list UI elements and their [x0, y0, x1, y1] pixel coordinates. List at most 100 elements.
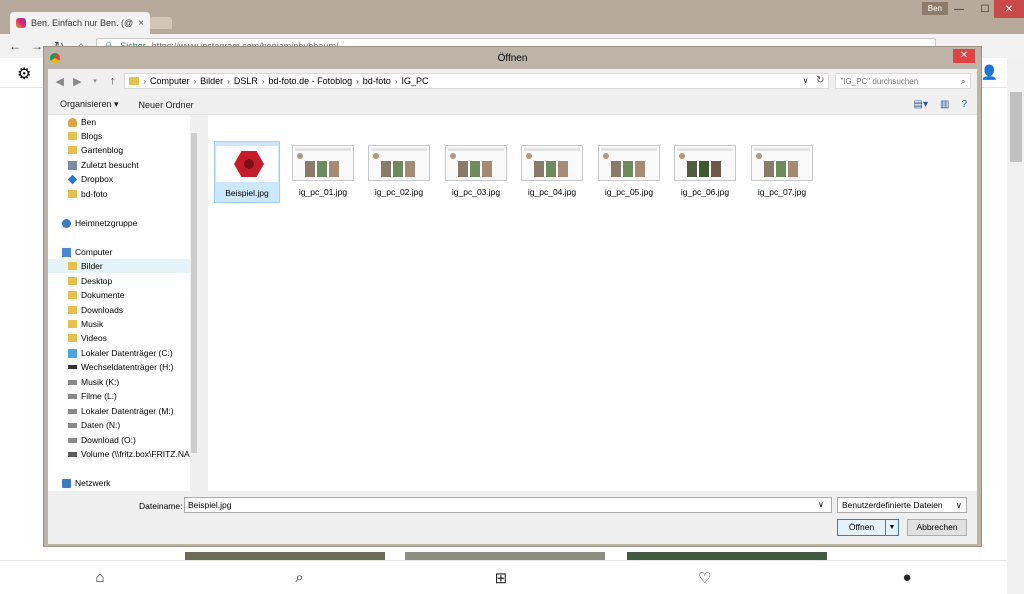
- breadcrumb-dslr[interactable]: DSLR: [234, 76, 258, 86]
- minimize-button[interactable]: —: [946, 0, 972, 18]
- network-icon: [62, 478, 71, 488]
- search-icon[interactable]: ⌕: [295, 569, 303, 586]
- forward-arrow-icon[interactable]: →: [30, 39, 44, 53]
- breadcrumb-fotoblog[interactable]: bd-foto.de - Fotoblog: [269, 76, 353, 86]
- new-tab-button[interactable]: [150, 17, 172, 29]
- file-type-value: Benutzerdefinierte Dateien: [842, 500, 943, 510]
- view-options-icon[interactable]: ▤▾: [914, 99, 928, 110]
- instagram-bottom-nav: ⌂ ⌕ ⊞ ♡ ●: [0, 560, 1007, 594]
- organize-button[interactable]: Organisieren ▾: [60, 99, 119, 110]
- nav-item-blogs[interactable]: Blogs: [48, 129, 190, 143]
- file-item-ig-pc-06[interactable]: ig_pc_06.jpg: [672, 141, 738, 203]
- navigation-pane: Ben Blogs Gartenblog Zuletzt besucht Dro…: [48, 115, 198, 491]
- search-icon[interactable]: ⌕: [961, 76, 966, 87]
- up-arrow-icon[interactable]: ↑: [107, 75, 119, 87]
- nav-item-netzwerk[interactable]: Netzwerk: [48, 476, 190, 490]
- file-item-ig-pc-03[interactable]: ig_pc_03.jpg: [443, 141, 509, 203]
- nav-item-drive-n[interactable]: Daten (N:): [48, 418, 190, 432]
- nav-item-gartenblog[interactable]: Gartenblog: [48, 143, 190, 157]
- breadcrumb-computer[interactable]: Computer: [150, 76, 190, 86]
- home-icon[interactable]: ⌂: [95, 569, 104, 586]
- cancel-button[interactable]: Abbrechen: [907, 519, 967, 536]
- pictures-folder-icon: [68, 262, 77, 270]
- file-item-ig-pc-02[interactable]: ig_pc_02.jpg: [366, 141, 432, 203]
- post-thumbnail[interactable]: [185, 552, 385, 560]
- nav-item-desktop[interactable]: Desktop: [48, 274, 190, 288]
- breadcrumb-ig-pc[interactable]: IG_PC: [401, 76, 428, 86]
- open-options-chevron-icon[interactable]: ▼: [886, 520, 898, 535]
- nav-scroll-thumb[interactable]: [191, 133, 197, 453]
- refresh-icon[interactable]: ↻: [816, 75, 824, 86]
- browser-tab-instagram[interactable]: Ben. Einfach nur Ben. (@ ×: [10, 12, 150, 34]
- page-scroll-thumb[interactable]: [1010, 92, 1022, 162]
- nav-item-dokumente[interactable]: Dokumente: [48, 288, 190, 302]
- tab-close-icon[interactable]: ×: [138, 18, 144, 29]
- nav-item-musik[interactable]: Musik: [48, 317, 190, 331]
- post-thumbnail[interactable]: [627, 552, 827, 560]
- preview-pane-icon[interactable]: ▥: [940, 99, 949, 110]
- address-row: ◀ ▶ ▾ ↑ › Computer › Bilder › DSLR › bd-…: [48, 69, 977, 93]
- nav-item-drive-l[interactable]: Filme (L:): [48, 389, 190, 403]
- file-item-beispiel[interactable]: Beispiel.jpg: [214, 141, 280, 203]
- new-folder-button[interactable]: Neuer Ordner: [139, 100, 194, 110]
- folder-icon: [68, 132, 77, 140]
- nav-item-drive-h[interactable]: Wechseldatenträger (H:): [48, 360, 190, 374]
- chrome-logo-icon: [50, 53, 60, 63]
- breadcrumb-bd-foto[interactable]: bd-foto: [363, 76, 391, 86]
- nav-item-bilder[interactable]: Bilder: [48, 259, 190, 273]
- nav-item-bd-foto[interactable]: bd-foto: [48, 187, 190, 201]
- nav-item-downloads[interactable]: Downloads: [48, 303, 190, 317]
- search-box[interactable]: ⌕: [835, 73, 971, 89]
- filename-input[interactable]: [184, 497, 832, 513]
- recent-places-icon: [68, 160, 77, 170]
- nav-scrollbar[interactable]: [190, 115, 198, 491]
- folder-icon: [68, 146, 77, 154]
- back-arrow-icon[interactable]: ←: [8, 39, 22, 53]
- profile-icon[interactable]: 👤: [981, 64, 998, 81]
- folder-icon: [129, 77, 140, 85]
- network-drive-icon: [68, 451, 77, 457]
- back-icon[interactable]: ◀: [54, 75, 66, 88]
- address-dropdown-icon[interactable]: ∨: [803, 76, 809, 85]
- open-button-label[interactable]: Öffnen: [838, 520, 886, 535]
- removable-drive-icon: [68, 365, 77, 369]
- recent-dropdown-icon[interactable]: ▾: [89, 77, 101, 85]
- nav-item-ben[interactable]: Ben: [48, 115, 190, 129]
- drive-icon: [68, 393, 77, 399]
- nav-item-drive-c[interactable]: Lokaler Datenträger (C:): [48, 346, 190, 360]
- address-bar[interactable]: › Computer › Bilder › DSLR › bd-foto.de …: [124, 73, 830, 89]
- nav-item-videos[interactable]: Videos: [48, 331, 190, 345]
- filename-dropdown-icon[interactable]: ∨: [818, 500, 824, 509]
- search-input[interactable]: [840, 76, 951, 86]
- nav-item-drive-o[interactable]: Download (O:): [48, 433, 190, 447]
- nav-item-zuletzt-besucht[interactable]: Zuletzt besucht: [48, 158, 190, 172]
- post-thumbnail[interactable]: [405, 552, 605, 560]
- user-folder-icon: [68, 117, 77, 127]
- nav-item-dropbox[interactable]: Dropbox: [48, 172, 190, 186]
- nav-item-drive-k[interactable]: Musik (K:): [48, 375, 190, 389]
- breadcrumb-bilder[interactable]: Bilder: [200, 76, 223, 86]
- nav-item-heimnetzgruppe[interactable]: Heimnetzgruppe: [48, 216, 190, 230]
- dialog-close-button[interactable]: ✕: [953, 49, 975, 63]
- nav-item-fritz-volume[interactable]: Volume (\\fritz.box\FRITZ.NA: [48, 447, 190, 461]
- profile-icon[interactable]: ●: [902, 569, 911, 586]
- folder-icon: [68, 190, 77, 198]
- file-type-select[interactable]: Benutzerdefinierte Dateien ∨: [837, 497, 967, 513]
- window-close-button[interactable]: ✕: [994, 0, 1024, 18]
- open-button[interactable]: Öffnen ▼: [837, 519, 899, 536]
- settings-gear-icon[interactable]: ⚙: [17, 64, 31, 84]
- file-item-ig-pc-07[interactable]: ig_pc_07.jpg: [749, 141, 815, 203]
- file-item-ig-pc-01[interactable]: ig_pc_01.jpg: [290, 141, 356, 203]
- nav-item-drive-m[interactable]: Lokaler Datenträger (M:): [48, 404, 190, 418]
- nav-item-computer[interactable]: Computer: [48, 245, 190, 259]
- heart-icon[interactable]: ♡: [698, 569, 711, 587]
- drive-icon: [68, 408, 77, 414]
- profile-badge[interactable]: Ben: [921, 2, 948, 15]
- instagram-favicon-icon: [16, 18, 26, 28]
- forward-icon[interactable]: ▶: [72, 75, 84, 88]
- file-item-ig-pc-05[interactable]: ig_pc_05.jpg: [596, 141, 662, 203]
- file-item-ig-pc-04[interactable]: ig_pc_04.jpg: [519, 141, 585, 203]
- image-thumbnail: [598, 145, 660, 181]
- help-icon[interactable]: ?: [961, 99, 967, 110]
- new-post-icon[interactable]: ⊞: [495, 569, 508, 587]
